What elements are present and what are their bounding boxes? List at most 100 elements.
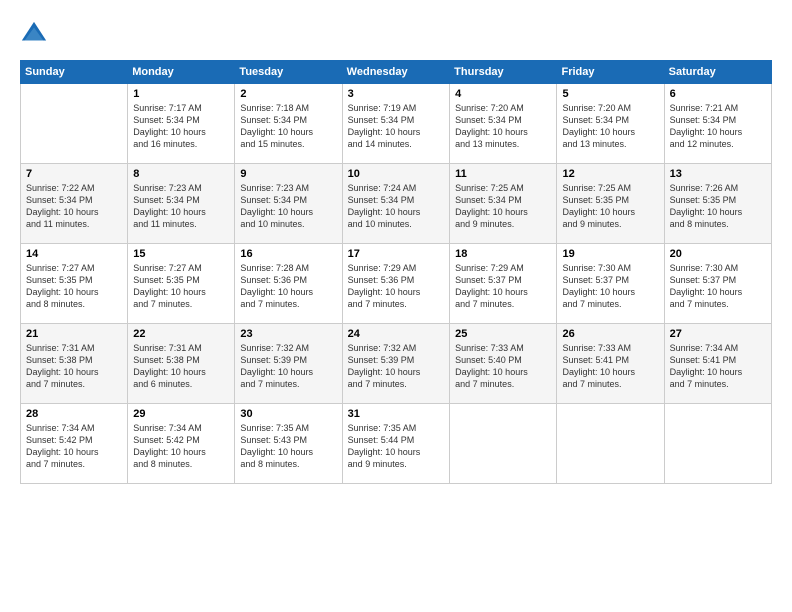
day-info: Sunrise: 7:32 AM Sunset: 5:39 PM Dayligh… bbox=[240, 342, 336, 391]
calendar-cell bbox=[557, 404, 664, 484]
day-info: Sunrise: 7:35 AM Sunset: 5:44 PM Dayligh… bbox=[348, 422, 444, 471]
calendar-cell bbox=[664, 404, 771, 484]
day-number: 12 bbox=[562, 168, 658, 180]
day-info: Sunrise: 7:23 AM Sunset: 5:34 PM Dayligh… bbox=[133, 182, 229, 231]
calendar-cell: 16 Sunrise: 7:28 AM Sunset: 5:36 PM Dayli… bbox=[235, 244, 342, 324]
calendar-cell: 5 Sunrise: 7:20 AM Sunset: 5:34 PM Daylig… bbox=[557, 84, 664, 164]
day-info: Sunrise: 7:24 AM Sunset: 5:34 PM Dayligh… bbox=[348, 182, 444, 231]
calendar-header-monday: Monday bbox=[128, 61, 235, 84]
day-number: 9 bbox=[240, 168, 336, 180]
day-info: Sunrise: 7:34 AM Sunset: 5:42 PM Dayligh… bbox=[26, 422, 122, 471]
calendar-cell: 8Sunrise: 7:23 AM Sunset: 5:34 PM Daylig… bbox=[128, 164, 235, 244]
day-info: Sunrise: 7:33 AM Sunset: 5:41 PM Dayligh… bbox=[562, 342, 658, 391]
day-info: Sunrise: 7:20 AM Sunset: 5:34 PM Dayligh… bbox=[455, 102, 551, 151]
calendar-cell: 29Sunrise: 7:34 AM Sunset: 5:42 PM Dayli… bbox=[128, 404, 235, 484]
day-number: 11 bbox=[455, 168, 551, 180]
calendar-cell: 30Sunrise: 7:35 AM Sunset: 5:43 PM Dayli… bbox=[235, 404, 342, 484]
day-number: 26 bbox=[562, 328, 658, 340]
calendar-cell: 26 Sunrise: 7:33 AM Sunset: 5:41 PM Dayli… bbox=[557, 324, 664, 404]
day-number: 17 bbox=[348, 248, 444, 260]
header bbox=[20, 20, 772, 48]
calendar-cell: 21 Sunrise: 7:31 AM Sunset: 5:38 PM Dayli… bbox=[21, 324, 128, 404]
day-number: 18 bbox=[455, 248, 551, 260]
day-info: Sunrise: 7:30 AM Sunset: 5:37 PM Dayligh… bbox=[562, 262, 658, 311]
day-info: Sunrise: 7:27 AM Sunset: 5:35 PM Dayligh… bbox=[26, 262, 122, 311]
calendar-cell: 20 Sunrise: 7:30 AM Sunset: 5:37 PM Dayli… bbox=[664, 244, 771, 324]
day-number: 3 bbox=[348, 88, 444, 100]
calendar-cell: 2 Sunrise: 7:18 AM Sunset: 5:34 PM Daylig… bbox=[235, 84, 342, 164]
day-number: 13 bbox=[670, 168, 766, 180]
calendar-header-saturday: Saturday bbox=[664, 61, 771, 84]
calendar-week-5: 28 Sunrise: 7:34 AM Sunset: 5:42 PM Dayli… bbox=[21, 404, 772, 484]
day-number: 31 bbox=[348, 408, 444, 420]
day-info: Sunrise: 7:29 AM Sunset: 5:36 PM Dayligh… bbox=[348, 262, 444, 311]
day-number: 25 bbox=[455, 328, 551, 340]
day-info: Sunrise: 7:23 AM Sunset: 5:34 PM Dayligh… bbox=[240, 182, 336, 231]
day-info: Sunrise: 7:26 AM Sunset: 5:35 PM Dayligh… bbox=[670, 182, 766, 231]
calendar-cell: 22 Sunrise: 7:31 AM Sunset: 5:38 PM Dayli… bbox=[128, 324, 235, 404]
day-info: Sunrise: 7:34 AM Sunset: 5:41 PM Dayligh… bbox=[670, 342, 766, 391]
calendar-cell: 28 Sunrise: 7:34 AM Sunset: 5:42 PM Dayli… bbox=[21, 404, 128, 484]
calendar-header-tuesday: Tuesday bbox=[235, 61, 342, 84]
day-info: Sunrise: 7:19 AM Sunset: 5:34 PM Dayligh… bbox=[348, 102, 444, 151]
day-info: Sunrise: 7:25 AM Sunset: 5:35 PM Dayligh… bbox=[562, 182, 658, 231]
calendar-week-2: 7Sunrise: 7:22 AM Sunset: 5:34 PM Daylig… bbox=[21, 164, 772, 244]
calendar-cell: 10 Sunrise: 7:24 AM Sunset: 5:34 PM Dayli… bbox=[342, 164, 449, 244]
calendar-header-friday: Friday bbox=[557, 61, 664, 84]
calendar-cell: 12 Sunrise: 7:25 AM Sunset: 5:35 PM Dayli… bbox=[557, 164, 664, 244]
calendar-cell: 17 Sunrise: 7:29 AM Sunset: 5:36 PM Dayli… bbox=[342, 244, 449, 324]
calendar-cell: 9 Sunrise: 7:23 AM Sunset: 5:34 PM Daylig… bbox=[235, 164, 342, 244]
day-number: 30 bbox=[240, 408, 336, 420]
day-number: 14 bbox=[26, 248, 122, 260]
day-number: 2 bbox=[240, 88, 336, 100]
calendar-cell: 1 Sunrise: 7:17 AM Sunset: 5:34 PM Daylig… bbox=[128, 84, 235, 164]
calendar-cell: 25Sunrise: 7:33 AM Sunset: 5:40 PM Dayli… bbox=[450, 324, 557, 404]
day-info: Sunrise: 7:31 AM Sunset: 5:38 PM Dayligh… bbox=[133, 342, 229, 391]
day-info: Sunrise: 7:28 AM Sunset: 5:36 PM Dayligh… bbox=[240, 262, 336, 311]
calendar-cell: 18 Sunrise: 7:29 AM Sunset: 5:37 PM Dayli… bbox=[450, 244, 557, 324]
day-number: 23 bbox=[240, 328, 336, 340]
calendar-cell: 6Sunrise: 7:21 AM Sunset: 5:34 PM Daylig… bbox=[664, 84, 771, 164]
day-number: 28 bbox=[26, 408, 122, 420]
day-info: Sunrise: 7:25 AM Sunset: 5:34 PM Dayligh… bbox=[455, 182, 551, 231]
calendar-header-wednesday: Wednesday bbox=[342, 61, 449, 84]
calendar-cell: 27 Sunrise: 7:34 AM Sunset: 5:41 PM Dayli… bbox=[664, 324, 771, 404]
day-info: Sunrise: 7:29 AM Sunset: 5:37 PM Dayligh… bbox=[455, 262, 551, 311]
day-info: Sunrise: 7:34 AM Sunset: 5:42 PM Dayligh… bbox=[133, 422, 229, 471]
day-number: 16 bbox=[240, 248, 336, 260]
day-info: Sunrise: 7:17 AM Sunset: 5:34 PM Dayligh… bbox=[133, 102, 229, 151]
day-info: Sunrise: 7:22 AM Sunset: 5:34 PM Dayligh… bbox=[26, 182, 122, 231]
day-info: Sunrise: 7:21 AM Sunset: 5:34 PM Dayligh… bbox=[670, 102, 766, 151]
calendar-week-3: 14 Sunrise: 7:27 AM Sunset: 5:35 PM Dayli… bbox=[21, 244, 772, 324]
day-number: 19 bbox=[562, 248, 658, 260]
page: SundayMondayTuesdayWednesdayThursdayFrid… bbox=[0, 0, 792, 612]
calendar-cell bbox=[21, 84, 128, 164]
day-number: 20 bbox=[670, 248, 766, 260]
day-info: Sunrise: 7:30 AM Sunset: 5:37 PM Dayligh… bbox=[670, 262, 766, 311]
day-number: 27 bbox=[670, 328, 766, 340]
calendar-cell: 24Sunrise: 7:32 AM Sunset: 5:39 PM Dayli… bbox=[342, 324, 449, 404]
calendar-cell: 31 Sunrise: 7:35 AM Sunset: 5:44 PM Dayli… bbox=[342, 404, 449, 484]
calendar-header-thursday: Thursday bbox=[450, 61, 557, 84]
day-number: 15 bbox=[133, 248, 229, 260]
day-number: 10 bbox=[348, 168, 444, 180]
logo bbox=[20, 20, 50, 48]
day-info: Sunrise: 7:20 AM Sunset: 5:34 PM Dayligh… bbox=[562, 102, 658, 151]
day-number: 22 bbox=[133, 328, 229, 340]
day-info: Sunrise: 7:31 AM Sunset: 5:38 PM Dayligh… bbox=[26, 342, 122, 391]
calendar-cell bbox=[450, 404, 557, 484]
calendar-table: SundayMondayTuesdayWednesdayThursdayFrid… bbox=[20, 60, 772, 484]
day-number: 1 bbox=[133, 88, 229, 100]
calendar-week-4: 21 Sunrise: 7:31 AM Sunset: 5:38 PM Dayli… bbox=[21, 324, 772, 404]
calendar-week-1: 1 Sunrise: 7:17 AM Sunset: 5:34 PM Daylig… bbox=[21, 84, 772, 164]
calendar-cell: 19 Sunrise: 7:30 AM Sunset: 5:37 PM Dayli… bbox=[557, 244, 664, 324]
day-number: 21 bbox=[26, 328, 122, 340]
calendar-cell: 4 Sunrise: 7:20 AM Sunset: 5:34 PM Daylig… bbox=[450, 84, 557, 164]
day-number: 5 bbox=[562, 88, 658, 100]
day-number: 24 bbox=[348, 328, 444, 340]
day-number: 4 bbox=[455, 88, 551, 100]
day-info: Sunrise: 7:18 AM Sunset: 5:34 PM Dayligh… bbox=[240, 102, 336, 151]
calendar-header-row: SundayMondayTuesdayWednesdayThursdayFrid… bbox=[21, 61, 772, 84]
calendar-cell: 15Sunrise: 7:27 AM Sunset: 5:35 PM Dayli… bbox=[128, 244, 235, 324]
calendar-cell: 14 Sunrise: 7:27 AM Sunset: 5:35 PM Dayli… bbox=[21, 244, 128, 324]
